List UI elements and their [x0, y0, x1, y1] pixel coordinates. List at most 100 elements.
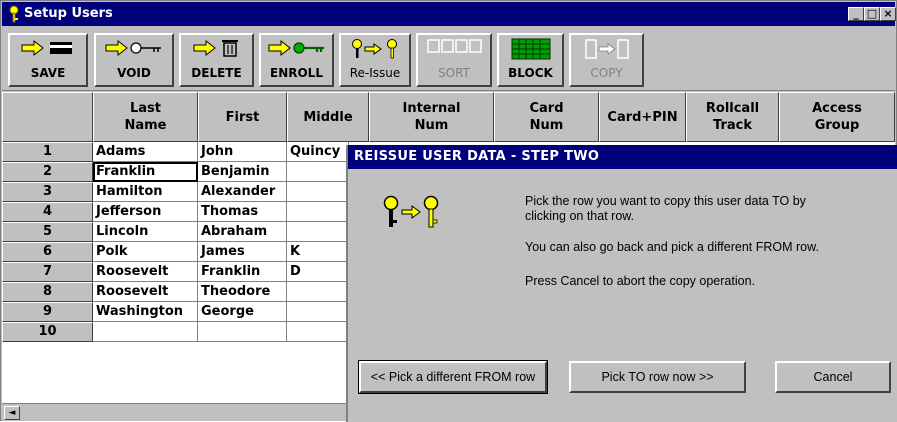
block-button[interactable]: BLOCK — [497, 33, 564, 87]
dialog-instruction-1: Pick the row you want to copy this user … — [525, 194, 806, 208]
header-line: Middle — [303, 109, 353, 125]
copy-label: COPY — [590, 66, 623, 80]
setup-users-window: Setup Users _ □ × SAVE VOID DELETE ENROL… — [0, 0, 897, 422]
cancel-button[interactable]: Cancel — [775, 361, 891, 393]
row-number[interactable]: 3 — [2, 182, 93, 202]
header-line: Num — [529, 118, 564, 133]
window-title: Setup Users — [24, 6, 113, 21]
void-label: VOID — [117, 66, 151, 80]
cell-middle-name[interactable]: Quincy — [287, 142, 349, 162]
copy-button[interactable]: COPY — [569, 33, 644, 87]
dialog-instruction-2: clicking on that row. — [525, 209, 635, 223]
cell-last-name[interactable] — [93, 322, 198, 342]
dialog-instruction-3: You can also go back and pick a differen… — [525, 240, 819, 254]
cell-last-name[interactable]: Washington — [93, 302, 198, 322]
maximize-button[interactable]: □ — [864, 7, 880, 21]
cell-last-name[interactable]: Lincoln — [93, 222, 198, 242]
save-button[interactable]: SAVE — [8, 33, 88, 87]
header-line: Name — [124, 118, 167, 133]
reissue-label: Re-Issue — [349, 66, 401, 80]
reissue-button[interactable]: Re-Issue — [339, 33, 411, 87]
cell-middle-name[interactable] — [287, 302, 349, 322]
column-header-middle[interactable]: Middle — [287, 92, 369, 142]
copy-icon — [584, 39, 629, 59]
cell-middle-name[interactable] — [287, 282, 349, 302]
enroll-button[interactable]: ENROLL — [259, 33, 334, 87]
reissue-dialog: REISSUE USER DATA - STEP TWO Pick the ro… — [346, 145, 897, 422]
column-header-access-group[interactable]: Access Group — [779, 92, 895, 142]
grid-corner — [2, 92, 93, 142]
column-header-internal-num[interactable]: Internal Num — [369, 92, 494, 142]
cell-first-name[interactable] — [198, 322, 287, 342]
row-number[interactable]: 4 — [2, 202, 93, 222]
key-transfer-icon — [383, 195, 439, 228]
enroll-key-icon — [268, 39, 324, 57]
cell-last-name[interactable]: Adams — [93, 142, 198, 162]
column-header-card-pin[interactable]: Card+PIN — [599, 92, 686, 142]
close-button[interactable]: × — [880, 7, 896, 21]
column-header-last-name[interactable]: Last Name — [93, 92, 198, 142]
save-label: SAVE — [30, 66, 66, 80]
cell-middle-name[interactable] — [287, 182, 349, 202]
row-number[interactable]: 7 — [2, 262, 93, 282]
pick-to-row-button[interactable]: Pick TO row now >> — [569, 361, 746, 393]
cell-first-name[interactable]: John — [198, 142, 287, 162]
reissue-keys-icon — [352, 39, 397, 59]
row-number[interactable]: 6 — [2, 242, 93, 262]
cell-middle-name[interactable] — [287, 322, 349, 342]
key-icon — [9, 5, 19, 23]
header-line: First — [225, 109, 260, 125]
header-line: Rollcall — [705, 101, 760, 116]
header-line: Last — [129, 101, 161, 116]
sort-icon — [427, 39, 482, 53]
header-line: Card — [529, 101, 564, 116]
cell-first-name[interactable]: Thomas — [198, 202, 287, 222]
cell-last-name[interactable]: Hamilton — [93, 182, 198, 202]
cell-first-name[interactable]: Benjamin — [198, 162, 287, 182]
header-line: Access — [812, 101, 862, 116]
cell-middle-name[interactable] — [287, 222, 349, 242]
delete-button[interactable]: DELETE — [179, 33, 254, 87]
row-number[interactable]: 1 — [2, 142, 93, 162]
delete-label: DELETE — [191, 66, 242, 80]
header-line: Num — [414, 118, 449, 133]
void-button[interactable]: VOID — [94, 33, 174, 87]
minimize-button[interactable]: _ — [848, 7, 864, 21]
cell-last-name[interactable]: Franklin — [93, 162, 198, 182]
column-header-card-num[interactable]: Card Num — [494, 92, 599, 142]
title-bar[interactable]: Setup Users _ □ × — [2, 2, 896, 26]
cell-middle-name[interactable]: K — [287, 242, 349, 262]
row-number[interactable]: 8 — [2, 282, 93, 302]
sort-button[interactable]: SORT — [416, 33, 492, 87]
header-line: Track — [713, 118, 752, 133]
cell-first-name[interactable]: Abraham — [198, 222, 287, 242]
header-line: Internal — [402, 101, 461, 116]
cell-last-name[interactable]: Roosevelt — [93, 282, 198, 302]
column-header-first[interactable]: First — [198, 92, 287, 142]
row-number[interactable]: 2 — [2, 162, 93, 182]
cell-middle-name[interactable] — [287, 202, 349, 222]
cell-first-name[interactable]: Alexander — [198, 182, 287, 202]
cell-middle-name[interactable]: D — [287, 262, 349, 282]
cell-middle-name[interactable] — [287, 162, 349, 182]
cell-last-name[interactable]: Roosevelt — [93, 262, 198, 282]
cell-last-name[interactable]: Jefferson — [93, 202, 198, 222]
header-line: Group — [814, 118, 860, 133]
row-number[interactable]: 9 — [2, 302, 93, 322]
header-line: Card+PIN — [607, 109, 678, 125]
row-number[interactable]: 5 — [2, 222, 93, 242]
row-number[interactable]: 10 — [2, 322, 93, 342]
trash-icon — [193, 39, 238, 57]
cell-first-name[interactable]: George — [198, 302, 287, 322]
block-grid-icon — [511, 38, 550, 60]
cell-first-name[interactable]: Theodore — [198, 282, 287, 302]
cell-last-name[interactable]: Polk — [93, 242, 198, 262]
void-key-icon — [105, 39, 161, 57]
pick-different-from-row-button[interactable]: << Pick a different FROM row — [358, 360, 548, 394]
cell-first-name[interactable]: Franklin — [198, 262, 287, 282]
scroll-left-button[interactable]: ◄ — [4, 406, 20, 420]
horizontal-scrollbar[interactable]: ◄ — [2, 403, 348, 421]
cell-first-name[interactable]: James — [198, 242, 287, 262]
dialog-title: REISSUE USER DATA - STEP TWO — [348, 145, 897, 169]
column-header-rollcall-track[interactable]: Rollcall Track — [686, 92, 779, 142]
